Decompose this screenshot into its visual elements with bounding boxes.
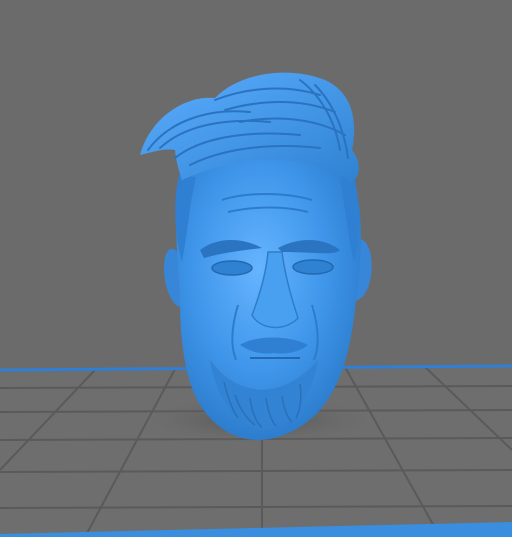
left-eye	[211, 260, 253, 276]
3d-viewport[interactable]	[0, 0, 512, 537]
right-eye	[292, 259, 334, 275]
scene-canvas[interactable]	[0, 0, 512, 537]
